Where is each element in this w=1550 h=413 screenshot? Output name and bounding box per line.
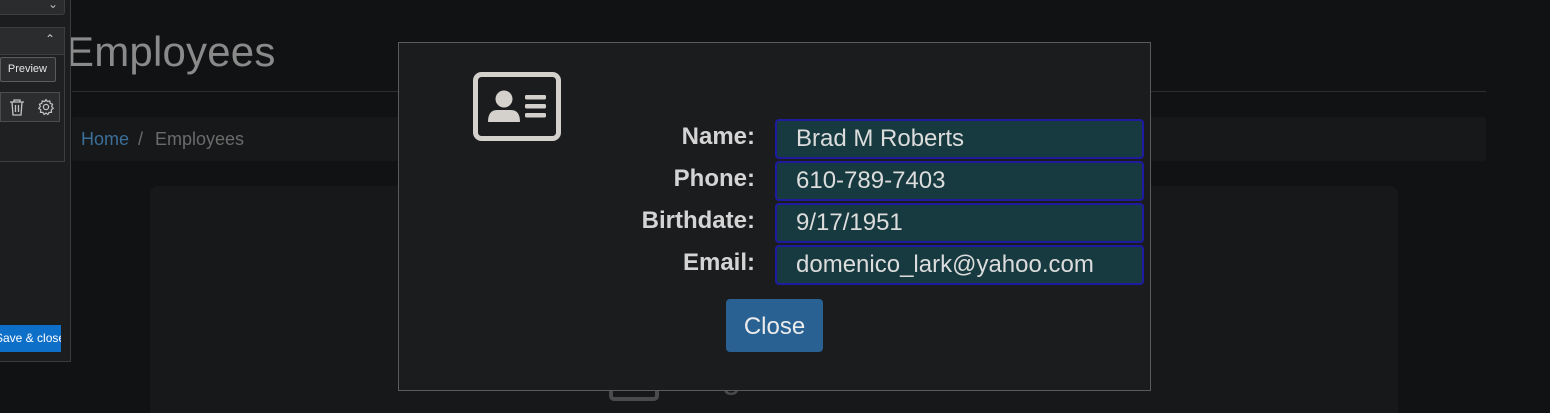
birthdate-label: Birthdate: <box>641 207 755 234</box>
email-field[interactable]: domenico_lark@yahoo.com <box>775 245 1144 285</box>
breadcrumb-current: Employees <box>155 129 245 149</box>
page-title: Employees <box>66 28 276 75</box>
panel-dropdown[interactable]: ⌄ <box>0 0 65 15</box>
chevron-down-icon: ⌄ <box>47 0 58 11</box>
breadcrumb-separator: / <box>138 129 144 149</box>
panel-section: ⌃ Preview <box>0 27 65 162</box>
chevron-up-icon: ⌃ <box>44 32 55 46</box>
phone-field[interactable]: 610-789-7403 <box>775 161 1144 201</box>
breadcrumb-home-link[interactable]: Home <box>81 117 129 161</box>
name-field[interactable]: Brad M Roberts <box>775 119 1144 159</box>
screen: Employees Home / Employees Olga V Hunter… <box>0 0 1550 413</box>
phone-label: Phone: <box>673 165 755 192</box>
save-and-close-button[interactable]: Save & close <box>0 325 61 352</box>
name-label: Name: <box>681 123 755 150</box>
preview-button[interactable]: Preview <box>0 57 56 82</box>
email-label: Email: <box>682 249 755 276</box>
gear-icon[interactable] <box>37 98 55 116</box>
panel-toolbar <box>0 92 60 122</box>
trash-icon[interactable] <box>9 98 25 116</box>
editor-side-panel: ⌄ ⌃ Preview Save & close <box>0 0 71 362</box>
birthdate-field[interactable]: 9/17/1951 <box>775 203 1144 243</box>
close-button[interactable]: Close <box>726 299 823 352</box>
employee-detail-modal: Name: Brad M Roberts Phone: 610-789-7403… <box>398 42 1151 391</box>
panel-section-header[interactable]: ⌃ <box>0 28 64 55</box>
